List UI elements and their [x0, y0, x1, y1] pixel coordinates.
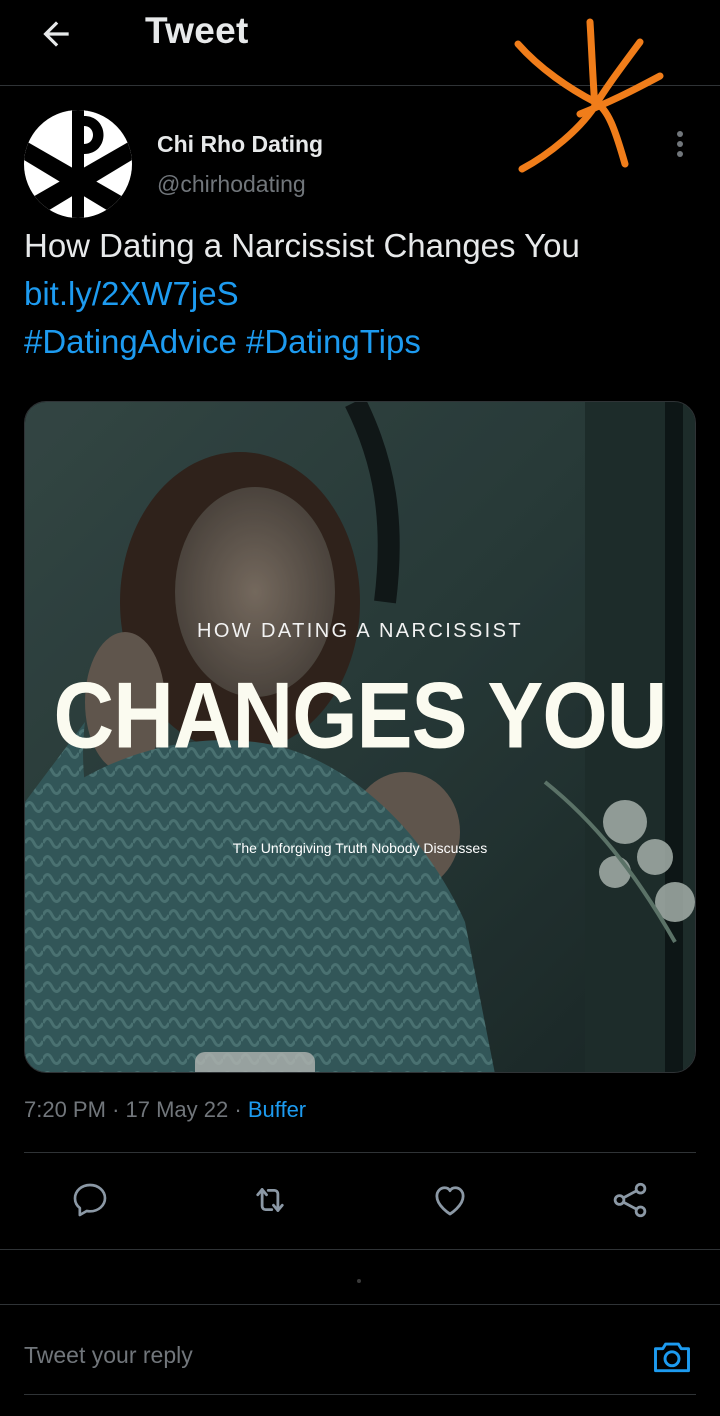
divider [24, 1152, 696, 1153]
retweet-icon [256, 1188, 284, 1212]
section-separator [0, 1249, 720, 1305]
hashtag-dating-tips[interactable]: #DatingTips [246, 323, 421, 360]
media-eyebrow-text: HOW DATING A NARCISSIST [197, 620, 523, 642]
tweet-meta: 7:20 PM · 17 May 22 · Buffer [24, 1097, 306, 1123]
meta-separator: · [234, 1097, 242, 1122]
author-name[interactable]: Chi Rho Dating [157, 131, 323, 158]
share-icon [613, 1182, 647, 1218]
reply-icon [73, 1183, 107, 1217]
page-title: Tweet [145, 10, 249, 51]
reply-button[interactable] [66, 1176, 114, 1224]
share-button[interactable] [606, 1176, 654, 1224]
tweet-body: How Dating a Narcissist Changes You bit.… [24, 222, 704, 366]
camera-icon [654, 1342, 690, 1373]
top-bar: Tweet [0, 0, 720, 86]
tweet-time: 7:20 PM [24, 1097, 106, 1122]
reply-input[interactable] [24, 1330, 624, 1380]
separator-dot [357, 1279, 361, 1283]
arrow-left-icon [43, 21, 69, 47]
chi-rho-logo [24, 110, 132, 218]
camera-button[interactable] [648, 1332, 696, 1380]
more-vertical-icon [677, 131, 683, 157]
author-avatar[interactable] [24, 110, 132, 218]
tweet-detail-screen: Tweet Chi Rho Dating @chirhodating How D… [0, 0, 720, 1416]
tweet-media-image[interactable]: HOW DATING A NARCISSIST CHANGES YOU The … [24, 401, 696, 1073]
tweet-text: How Dating a Narcissist Changes You [24, 227, 580, 264]
reply-underline [24, 1394, 696, 1395]
tweet-link[interactable]: bit.ly/2XW7jeS [24, 270, 704, 318]
meta-separator: · [112, 1097, 120, 1122]
heart-icon [435, 1186, 465, 1216]
tweet-date: 17 May 22 [125, 1097, 229, 1122]
media-headline: CHANGES YOU [53, 662, 668, 768]
more-options-button[interactable] [664, 124, 696, 164]
like-button[interactable] [426, 1176, 474, 1224]
back-button[interactable] [34, 12, 78, 56]
author-handle[interactable]: @chirhodating [157, 171, 306, 198]
retweet-button[interactable] [246, 1176, 294, 1224]
media-subtitle: The Unforgiving Truth Nobody Discusses [232, 840, 488, 856]
tweet-source[interactable]: Buffer [248, 1097, 306, 1122]
hashtag-dating-advice[interactable]: #DatingAdvice [24, 323, 237, 360]
